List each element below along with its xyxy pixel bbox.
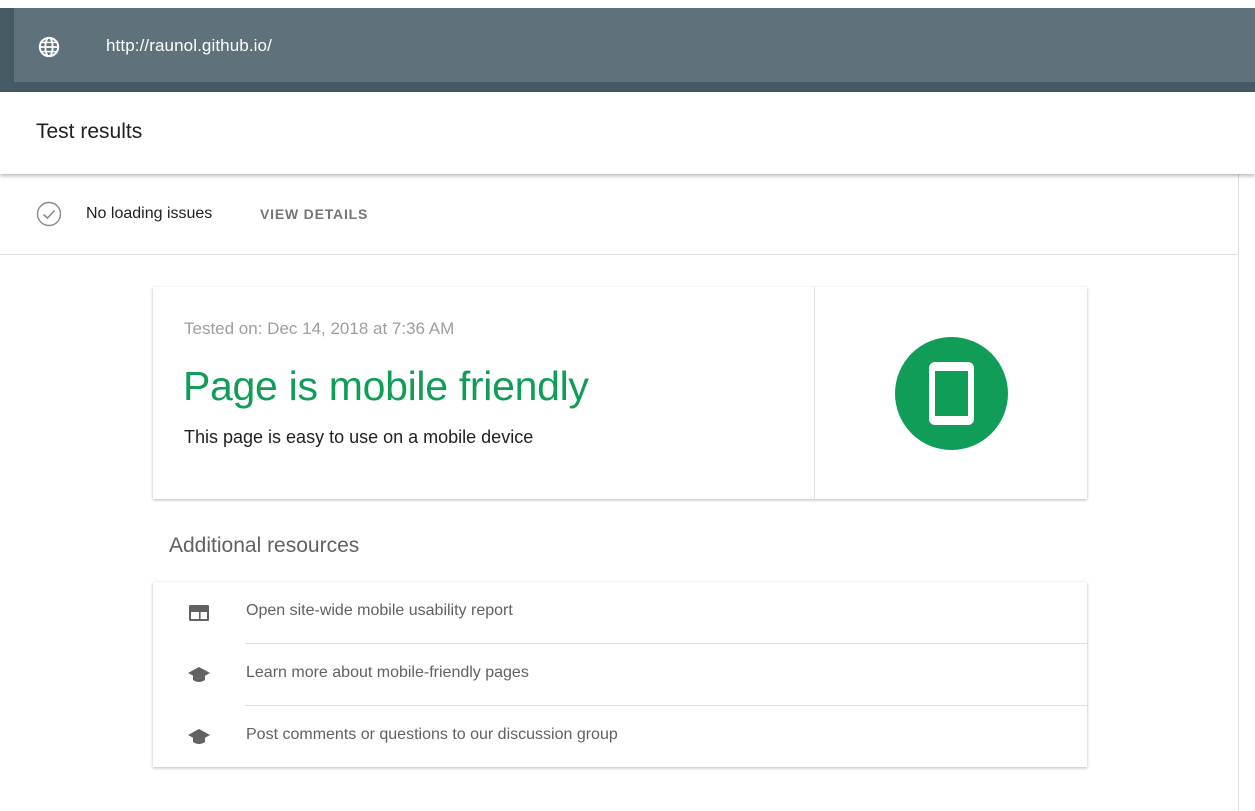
resource-label: Open site-wide mobile usability report: [246, 602, 513, 619]
school-icon: [188, 729, 210, 744]
loading-status-text: No loading issues: [86, 205, 213, 222]
view-details-button[interactable]: VIEW DETAILS: [260, 206, 368, 222]
loading-status-row: No loading issues VIEW DETAILS: [0, 174, 1238, 255]
url-bar-field[interactable]: http://raunol.github.io/: [14, 8, 1255, 82]
page-title: Test results: [36, 120, 143, 143]
report-icon: [189, 605, 209, 621]
school-icon: [188, 667, 210, 682]
mobile-phone-icon: [895, 337, 1008, 450]
resource-label: Learn more about mobile-friendly pages: [246, 664, 529, 681]
main-content: No loading issues VIEW DETAILS Tested on…: [0, 174, 1238, 811]
resource-item-learn-more[interactable]: Learn more about mobile-friendly pages: [153, 644, 1087, 706]
top-frame: [0, 0, 1255, 8]
url-text[interactable]: http://raunol.github.io/: [106, 36, 272, 56]
card-divider: [814, 287, 815, 499]
right-panel-divider: [1238, 174, 1239, 811]
result-card: Tested on: Dec 14, 2018 at 7:36 AM Page …: [153, 287, 1087, 499]
results-header: Test results: [0, 92, 1255, 174]
resources-list: Open site-wide mobile usability report L…: [153, 582, 1087, 767]
resource-label: Post comments or questions to our discus…: [246, 726, 618, 743]
globe-icon: [38, 36, 60, 58]
additional-resources-title: Additional resources: [169, 534, 360, 557]
resource-item-usability-report[interactable]: Open site-wide mobile usability report: [153, 582, 1087, 644]
resource-item-discussion-group[interactable]: Post comments or questions to our discus…: [153, 706, 1087, 768]
result-headline: Page is mobile friendly: [183, 363, 589, 409]
check-circle-icon: [36, 201, 62, 227]
tested-on-text: Tested on: Dec 14, 2018 at 7:36 AM: [184, 319, 455, 338]
result-subline: This page is easy to use on a mobile dev…: [184, 427, 534, 447]
url-bar: http://raunol.github.io/: [0, 8, 1255, 92]
